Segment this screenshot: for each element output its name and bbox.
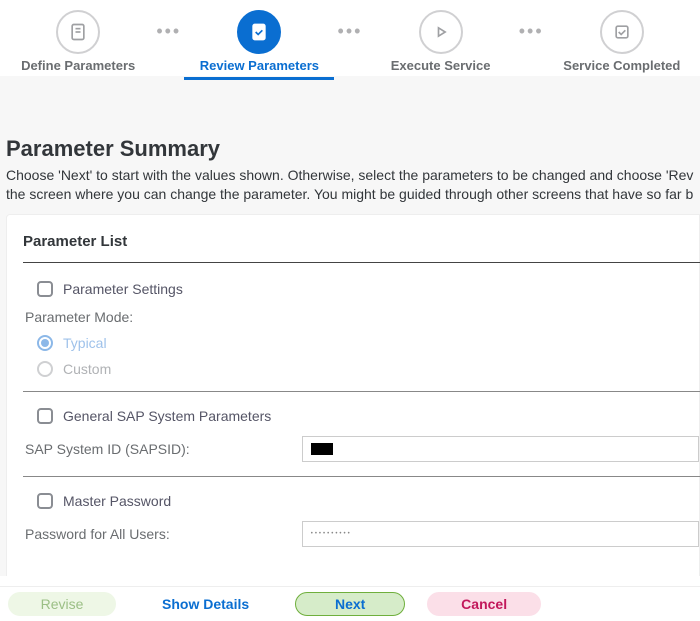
checkbox-parameter-settings[interactable]: Parameter Settings: [37, 281, 699, 297]
step-label: Review Parameters: [200, 58, 319, 73]
checkbox-sap-system-parameters[interactable]: General SAP System Parameters: [37, 408, 699, 424]
step-separator-icon: •••: [338, 21, 363, 42]
next-button[interactable]: Next: [295, 592, 405, 616]
show-details-button[interactable]: Show Details: [150, 592, 261, 616]
play-icon: [419, 10, 463, 54]
step-label: Define Parameters: [21, 58, 135, 73]
parameter-mode-radio-group: Typical Custom: [37, 335, 699, 377]
radio-icon: [37, 361, 53, 377]
step-separator-icon: •••: [519, 21, 544, 42]
divider: [23, 476, 700, 477]
radio-icon: [37, 335, 53, 351]
document-plus-icon: [56, 10, 100, 54]
step-label: Execute Service: [391, 58, 491, 73]
main-content: Parameter Summary Choose 'Next' to start…: [0, 76, 700, 576]
step-define-parameters[interactable]: Define Parameters: [0, 10, 156, 73]
parameter-list-panel: Parameter List Parameter Settings Parame…: [6, 214, 700, 576]
checkbox-label: Master Password: [63, 493, 171, 509]
revise-button[interactable]: Revise: [8, 592, 116, 616]
clipboard-check-icon: [237, 10, 281, 54]
divider: [23, 391, 700, 392]
radio-label: Custom: [63, 361, 111, 377]
page-description-line: Choose 'Next' to start with the values s…: [6, 167, 693, 183]
step-review-parameters[interactable]: Review Parameters: [181, 10, 337, 80]
radio-label: Typical: [63, 335, 107, 351]
radio-custom[interactable]: Custom: [37, 361, 699, 377]
checkbox-label: Parameter Settings: [63, 281, 183, 297]
step-separator-icon: •••: [156, 21, 181, 42]
sapsid-input[interactable]: [302, 436, 699, 462]
step-execute-service[interactable]: Execute Service: [362, 10, 518, 73]
password-all-users-label: Password for All Users:: [23, 526, 302, 542]
page-description-line: the screen where you can change the para…: [6, 186, 693, 202]
panel-title: Parameter List: [23, 233, 699, 250]
radio-typical[interactable]: Typical: [37, 335, 699, 351]
checkbox-label: General SAP System Parameters: [63, 408, 271, 424]
checkbox-master-password[interactable]: Master Password: [37, 493, 699, 509]
checkbox-icon: [37, 408, 53, 424]
password-all-users-input[interactable]: ••••••••••: [302, 521, 699, 547]
divider: [23, 262, 700, 263]
parameter-mode-label: Parameter Mode:: [25, 309, 699, 325]
cancel-button[interactable]: Cancel: [427, 592, 541, 616]
page-description: Choose 'Next' to start with the values s…: [6, 166, 700, 204]
active-step-underline: [184, 77, 334, 80]
wizard-stepper: Define Parameters ••• Review Parameters …: [0, 0, 700, 76]
step-service-completed[interactable]: Service Completed: [544, 10, 700, 73]
check-square-icon: [600, 10, 644, 54]
sapsid-label: SAP System ID (SAPSID):: [23, 441, 302, 457]
password-mask: ••••••••••: [311, 531, 352, 537]
checkbox-icon: [37, 281, 53, 297]
checkbox-icon: [37, 493, 53, 509]
footer-toolbar: Revise Show Details Next Cancel: [0, 586, 700, 621]
redacted-value-icon: [311, 443, 333, 455]
step-label: Service Completed: [563, 58, 680, 73]
page-title: Parameter Summary: [6, 136, 700, 162]
